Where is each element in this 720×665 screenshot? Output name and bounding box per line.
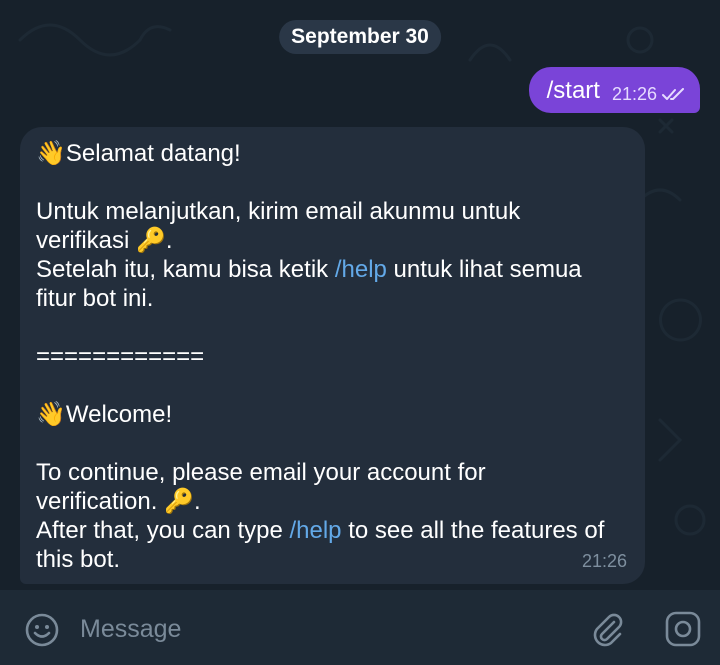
outgoing-message-text: /start bbox=[546, 77, 600, 104]
message-line: Setelah itu, kamu bisa ketik /help untuk… bbox=[36, 255, 629, 284]
message-line: Untuk melanjutkan, kirim email akunmu un… bbox=[36, 198, 521, 225]
key-emoji: 🔑 bbox=[136, 227, 166, 254]
separator-line: ============ bbox=[36, 343, 205, 370]
message-line: verifikasi 🔑. bbox=[36, 227, 173, 254]
message-line: 👋Selamat datang! bbox=[36, 139, 629, 168]
message-text: to see all the features of bbox=[348, 517, 605, 544]
emoji-icon[interactable] bbox=[24, 612, 60, 648]
message-line: 👋Welcome! bbox=[36, 400, 629, 429]
outgoing-message-meta: 21:26 bbox=[612, 84, 686, 105]
double-check-icon bbox=[662, 87, 684, 100]
key-emoji: 🔑 bbox=[164, 488, 194, 515]
message-text: untuk lihat semua bbox=[393, 256, 582, 283]
incoming-message-time: 21:26 bbox=[581, 551, 627, 571]
date-separator: September 30 bbox=[279, 20, 441, 54]
message-line: this bot. bbox=[36, 546, 121, 573]
greeting-en: Welcome! bbox=[65, 401, 173, 428]
message-input[interactable] bbox=[78, 612, 562, 646]
message-text: verifikasi bbox=[36, 227, 130, 254]
greeting-id: Selamat datang! bbox=[65, 140, 241, 167]
message-text: verification. bbox=[36, 488, 158, 515]
wave-emoji: 👋 bbox=[36, 140, 66, 167]
message-line: verification. 🔑. bbox=[36, 488, 201, 515]
chat-area: September 30 /start 21:26 👋Selamat datan… bbox=[0, 0, 720, 590]
incoming-message[interactable]: 👋Selamat datang! Untuk melanjutkan, kiri… bbox=[20, 127, 645, 584]
outgoing-message[interactable]: /start 21:26 bbox=[528, 67, 700, 113]
message-line: fitur bot ini. bbox=[36, 285, 154, 312]
message-composer bbox=[0, 590, 720, 665]
help-command-link[interactable]: /help bbox=[289, 517, 341, 544]
message-line: After that, you can type /help to see al… bbox=[36, 516, 629, 545]
wave-emoji: 👋 bbox=[36, 401, 66, 428]
camera-icon[interactable] bbox=[664, 610, 702, 648]
message-text: After that, you can type bbox=[36, 517, 283, 544]
outgoing-message-time: 21:26 bbox=[611, 84, 657, 104]
message-text: Setelah itu, kamu bisa ketik bbox=[36, 256, 329, 283]
paperclip-icon[interactable] bbox=[588, 610, 626, 648]
message-line: To continue, please email your account f… bbox=[36, 459, 486, 486]
help-command-link[interactable]: /help bbox=[335, 256, 387, 283]
